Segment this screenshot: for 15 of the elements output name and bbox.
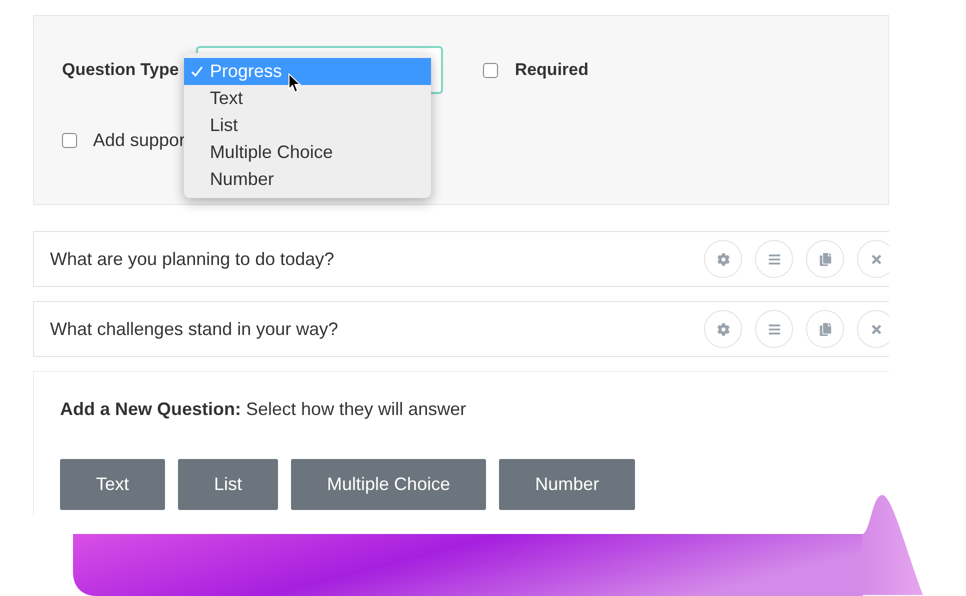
answer-type-button[interactable]: Text [60,459,166,510]
answer-type-button[interactable]: Multiple Choice [291,459,486,510]
dropdown-option[interactable]: Multiple Choice [184,139,431,166]
dropdown-option[interactable]: Text [184,85,431,112]
question-text: What challenges stand in your way? [50,318,340,340]
question-text: What are you planning to do today? [50,248,336,270]
dropdown-option[interactable]: Progress [184,58,431,85]
answer-type-button[interactable]: List [178,459,278,510]
question-type-label: Question Type [62,60,179,80]
add-question-title: Add a New Question: Select how they will answer [60,399,468,420]
dropdown-option[interactable]: List [184,112,431,139]
required-label: Required [514,60,588,80]
checkbox-label: Add suppor [93,130,186,151]
dropdown-option[interactable]: Number [184,166,431,193]
answer-type-button[interactable]: Number [499,459,636,510]
